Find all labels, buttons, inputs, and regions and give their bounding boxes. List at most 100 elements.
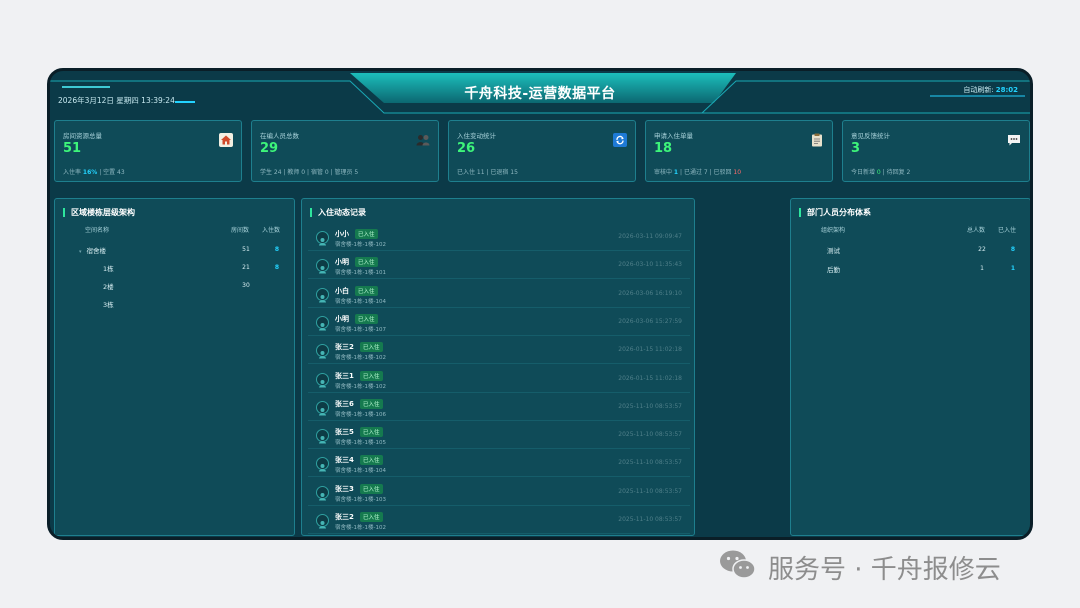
dept-row-test[interactable]: 测试 (827, 245, 840, 255)
card-value: 3 (851, 141, 861, 156)
tree-row-building1[interactable]: 1栋 (103, 263, 114, 273)
card-rooms[interactable]: 房间资源总量 51 入住率 16% | 空置 43 (54, 120, 242, 182)
record-name: 小明 (335, 258, 349, 267)
record-location: 宿舍楼-1栋-1楼-101 (335, 270, 386, 277)
avatar (316, 344, 329, 359)
record-row[interactable]: 小明 已入住 宿舍楼-1栋-1楼-107 2026-03-06 15:27:59 (308, 310, 690, 336)
record-name: 张三2 (335, 343, 354, 352)
card-label: 入住变动统计 (457, 132, 496, 140)
record-time: 2025-11-10 08:53:57 (618, 459, 682, 467)
record-time: 2026-03-06 15:27:59 (618, 317, 682, 325)
header-bar: 2026年3月12日 星期四 13:39:24 千舟科技-运营数据平台 自动刷新… (50, 71, 1030, 115)
record-time: 2025-11-10 08:53:57 (618, 431, 682, 439)
card-sub: 已入住 11 | 已退宿 15 (457, 167, 518, 176)
record-name: 张三4 (335, 456, 354, 465)
record-row[interactable]: 张三1 已入住 宿舍楼-1栋-1楼-102 2026-01-15 11:02:18 (308, 367, 690, 393)
tree-row-dorm[interactable]: ▾ 宿舍楼 (79, 245, 106, 255)
panel-title: 入住动态记录 (310, 208, 366, 217)
clipboard-icon (812, 133, 822, 147)
record-row[interactable]: 小白 已入住 宿舍楼-1栋-1楼-104 2026-03-06 16:19:10 (308, 282, 690, 308)
record-location: 宿舍楼-1栋-1楼-104 (335, 298, 386, 305)
user-avatar-icon (319, 379, 326, 387)
card-sub-segment: 今日新增 (851, 169, 877, 176)
record-row[interactable]: 张三6 已入住 宿舍楼-1栋-1楼-106 2025-11-10 08:53:57 (308, 395, 690, 421)
card-staff[interactable]: 在编人员总数 29 学生 24 | 教师 0 | 宿管 0 | 管理员 5 (251, 120, 439, 182)
record-location: 宿舍楼-1栋-1楼-104 (335, 468, 386, 475)
card-sub-segment: 10 (733, 169, 742, 176)
status-badge: 已入住 (360, 398, 383, 409)
building-tree-panel: 区域楼栋层级架构 空间名称 房间数 入住数 ▾ 宿舍楼 51 8 1栋 21 8 … (54, 198, 295, 536)
avatar (316, 429, 329, 444)
chat-icon (1008, 135, 1020, 146)
record-time: 2026-01-15 11:02:18 (618, 374, 682, 382)
record-location: 宿舍楼-1栋-1楼-102 (335, 525, 386, 531)
user-avatar-icon (319, 238, 326, 246)
dashboard-frame: 2026年3月12日 星期四 13:39:24 千舟科技-运营数据平台 自动刷新… (47, 68, 1033, 540)
tree-row-rooms: 21 (242, 264, 250, 271)
status-badge: 已入住 (355, 285, 378, 296)
record-location: 宿舍楼-1栋-1楼-103 (335, 496, 386, 503)
card-value: 51 (63, 141, 82, 156)
record-location: 宿舍楼-1栋-1楼-102 (335, 242, 386, 248)
card-label: 意见反馈统计 (851, 132, 890, 140)
record-row[interactable]: 小小 已入住 宿舍楼-1栋-1楼-102 2026-03-11 09:09:47 (308, 225, 690, 251)
wechat-icon (720, 550, 756, 579)
record-location: 宿舍楼-1栋-1楼-107 (335, 326, 386, 333)
card-sub-segment: 入住率 (63, 169, 83, 176)
watermark-text: 服务号 · 千舟报修云 (768, 555, 1001, 585)
record-time: 2026-03-10 11:35:43 (618, 261, 682, 269)
card-value: 29 (260, 141, 279, 156)
card-feedback[interactable]: 意见反馈统计 3 今日新增 0 | 待回复 2 (842, 120, 1030, 182)
status-badge: 已入住 (360, 455, 383, 466)
col-org: 组织架构 (821, 227, 846, 234)
card-label: 在编人员总数 (260, 132, 299, 140)
record-row[interactable]: 张三5 已入住 宿舍楼-1栋-1楼-105 2025-11-10 08:53:57 (308, 423, 690, 450)
refresh-countdown: 28:02 (995, 86, 1018, 94)
summary-cards: 房间资源总量 51 入住率 16% | 空置 43 在编人员总数 29 学生 2… (54, 120, 1030, 182)
tree-row-occupied: 8 (274, 264, 280, 271)
user-avatar-icon (319, 351, 326, 359)
panel-title: 区域楼栋层级架构 (63, 208, 135, 217)
record-location: 宿舍楼-1栋-1楼-102 (335, 383, 386, 390)
tree-row-rooms: 51 (242, 246, 250, 253)
status-badge: 已入住 (360, 483, 383, 494)
dept-row-occupied: 1 (1010, 265, 1016, 272)
tree-row-building3[interactable]: 3栋 (103, 299, 114, 309)
record-time: 2026-01-15 11:02:18 (618, 346, 682, 354)
record-name: 张三3 (335, 484, 354, 493)
record-location: 宿舍楼-1栋-1楼-105 (335, 440, 386, 447)
card-sub-segment: 已入住 11 | 已退宿 15 (457, 169, 518, 176)
col-occupied: 已入住 (998, 227, 1017, 234)
card-applications[interactable]: 申请入住单量 18 审核中 1 | 已通过 7 | 已驳回 10 (645, 120, 833, 182)
avatar (316, 231, 329, 246)
auto-refresh[interactable]: 自动刷新: 28:02 (963, 85, 1018, 95)
chevron-down-icon[interactable]: ▾ (79, 249, 82, 255)
dept-row-logistics[interactable]: 后勤 (827, 264, 840, 274)
user-avatar-icon (319, 407, 326, 416)
record-row[interactable]: 小明 已入住 宿舍楼-1栋-1楼-101 2026-03-10 11:35:43 (308, 253, 690, 280)
record-row[interactable]: 张三3 已入住 宿舍楼-1栋-1楼-103 2025-11-10 08:53:57 (308, 480, 690, 506)
tree-row-occupied: 8 (274, 246, 280, 253)
tree-row-floor2[interactable]: 2楼 (103, 281, 114, 291)
user-avatar-icon (319, 521, 326, 529)
user-avatar-icon (319, 492, 326, 501)
record-name: 小白 (335, 286, 349, 295)
avatar (316, 372, 329, 387)
status-badge: 已入住 (355, 313, 378, 324)
status-badge: 已入住 (360, 512, 383, 522)
record-row[interactable]: 张三4 已入住宿舍楼-1栋-1楼-104 2025-11-10 08:53:57 (308, 451, 690, 478)
record-name: 张三5 (335, 428, 354, 437)
card-changes[interactable]: 入住变动统计 26 已入住 11 | 已退宿 15 (448, 120, 636, 182)
record-name: 张三2 (335, 513, 354, 521)
record-row[interactable]: 张三2 已入住 宿舍楼-1栋-1楼-102 2025-11-10 08:53:57 (308, 508, 690, 534)
record-time: 2026-03-11 09:09:47 (618, 233, 682, 240)
avatar (316, 514, 329, 529)
user-avatar-icon (319, 464, 326, 472)
record-row[interactable]: 张三2 已入住 宿舍楼-1栋-1楼-102 2026-01-15 11:02:18 (308, 338, 690, 365)
dept-row-occupied: 8 (1010, 246, 1016, 253)
users-icon (416, 135, 430, 146)
panel-title: 部门人员分布体系 (799, 208, 871, 217)
card-value: 26 (457, 141, 476, 156)
avatar (316, 315, 329, 331)
user-avatar-icon (319, 294, 326, 303)
